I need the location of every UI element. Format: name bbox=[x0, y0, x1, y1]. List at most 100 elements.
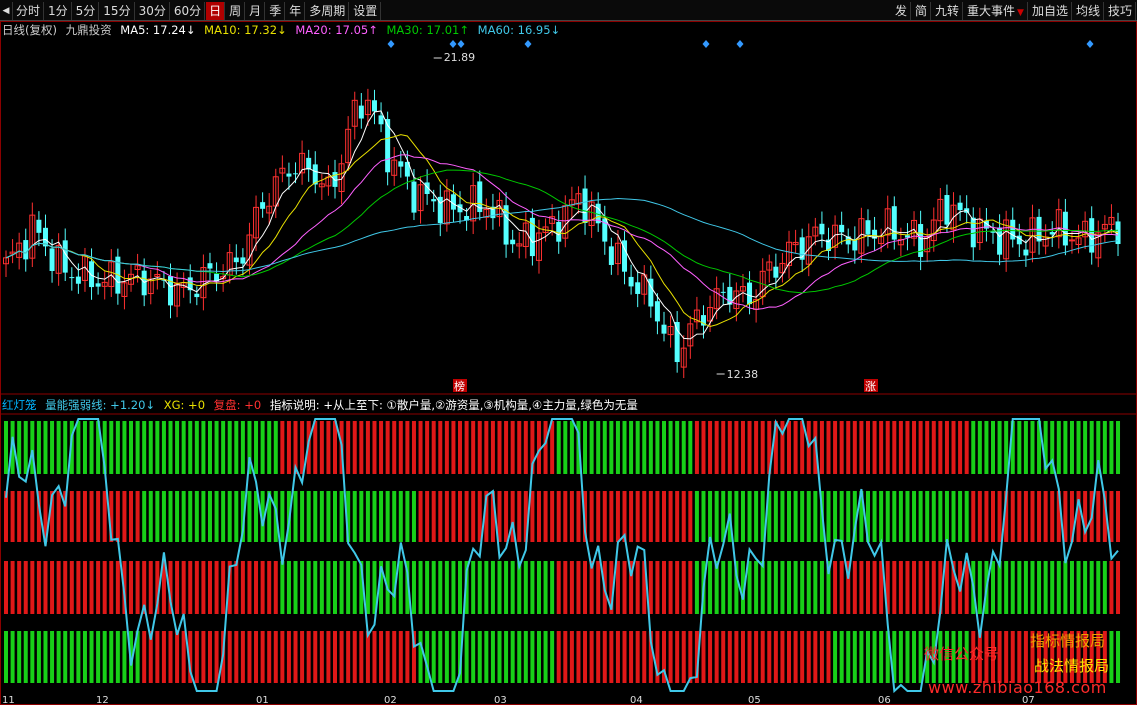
tab-period-2[interactable]: 5分 bbox=[73, 1, 100, 20]
volume-bar bbox=[964, 421, 969, 474]
tool-button-4[interactable]: 加自选 bbox=[1029, 1, 1072, 20]
scroll-left-icon[interactable]: ◀ bbox=[0, 1, 13, 20]
volume-bar bbox=[365, 631, 370, 683]
volume-bar bbox=[740, 631, 745, 683]
volume-bar bbox=[23, 491, 28, 542]
volume-bar bbox=[806, 561, 811, 614]
tab-period-1[interactable]: 1分 bbox=[45, 1, 72, 20]
volume-bar bbox=[398, 421, 403, 474]
volume-bar bbox=[50, 561, 55, 614]
volume-bar bbox=[662, 421, 666, 474]
tool-button-3[interactable]: 重大事件 ▼ bbox=[964, 1, 1028, 20]
volume-bar bbox=[313, 421, 318, 474]
volume-bar bbox=[286, 631, 291, 683]
tab-period-9[interactable]: 季 bbox=[266, 1, 286, 20]
candle-body bbox=[293, 173, 299, 175]
tab-period-0[interactable]: 分时 bbox=[13, 1, 45, 20]
tab-period-11[interactable]: 多周期 bbox=[306, 1, 350, 20]
tab-period-5[interactable]: 60分 bbox=[171, 1, 206, 20]
volume-bar bbox=[234, 561, 239, 614]
indicator-name: 红灯笼 bbox=[2, 398, 37, 412]
volume-bar bbox=[425, 421, 430, 474]
x-axis-label: 01 bbox=[256, 695, 269, 705]
volume-bar bbox=[688, 631, 693, 683]
tool-button-0[interactable]: 发 bbox=[892, 1, 911, 20]
volume-bar bbox=[773, 631, 778, 683]
volume-bar bbox=[991, 561, 995, 614]
tab-period-8[interactable]: 月 bbox=[246, 1, 266, 20]
volume-bar bbox=[43, 561, 48, 614]
volume-bar bbox=[398, 491, 403, 542]
volume-bar bbox=[727, 631, 732, 683]
volume-bar bbox=[339, 491, 344, 542]
tab-period-6[interactable]: 日 bbox=[206, 1, 226, 20]
volume-bar bbox=[813, 491, 818, 542]
volume-bar bbox=[214, 561, 219, 614]
volume-bar bbox=[1030, 491, 1035, 542]
volume-bar bbox=[372, 631, 377, 683]
volume-bar bbox=[865, 631, 870, 683]
volume-bar bbox=[201, 631, 206, 683]
period-toolbar: ◀ 分时 1分 5分 15分 30分 60分日周月季年多周期 设置 发简九转 重大事件 ▼ 加自选… bbox=[0, 0, 1137, 21]
tab-period-10[interactable]: 年 bbox=[286, 1, 306, 20]
volume-bar bbox=[609, 631, 614, 683]
volume-bar bbox=[569, 561, 574, 614]
volume-bar bbox=[148, 491, 153, 542]
volume-bar bbox=[109, 561, 114, 614]
volume-bar bbox=[1063, 491, 1068, 542]
tool-button-6[interactable]: 技巧 bbox=[1105, 1, 1136, 20]
volume-bar bbox=[912, 561, 917, 614]
volume-bar bbox=[563, 631, 568, 683]
volume-bar bbox=[1017, 421, 1022, 474]
volume-bar bbox=[1017, 491, 1022, 542]
event-marker-bang-text: 榜 bbox=[454, 379, 465, 393]
volume-bar bbox=[1010, 631, 1015, 683]
indicator-line-value: 量能强弱线: +1.20↓ bbox=[45, 398, 156, 412]
volume-bar bbox=[813, 631, 818, 683]
volume-bar bbox=[227, 421, 232, 474]
volume-bar bbox=[425, 561, 430, 614]
volume-bar bbox=[214, 631, 219, 683]
tab-period-7[interactable]: 周 bbox=[226, 1, 246, 20]
volume-bar bbox=[352, 491, 357, 542]
tool-button-5[interactable]: 均线 bbox=[1073, 1, 1104, 20]
volume-bar bbox=[898, 421, 903, 474]
volume-bar bbox=[846, 631, 851, 683]
volume-bar bbox=[17, 491, 22, 542]
volume-bar bbox=[392, 421, 397, 474]
candle-body bbox=[306, 157, 312, 170]
volume-bar bbox=[346, 421, 351, 474]
volume-bar bbox=[806, 491, 811, 542]
volume-bar bbox=[536, 491, 541, 542]
volume-bar bbox=[938, 421, 943, 474]
volume-bar bbox=[346, 631, 351, 683]
volume-bar bbox=[464, 421, 469, 474]
volume-bar bbox=[352, 421, 357, 474]
volume-bar bbox=[602, 421, 607, 474]
volume-bar bbox=[392, 491, 397, 542]
volume-bar bbox=[379, 421, 384, 474]
volume-bar bbox=[833, 561, 838, 614]
tab-period-4[interactable]: 30分 bbox=[136, 1, 170, 20]
volume-bar bbox=[852, 631, 857, 683]
volume-bar bbox=[892, 561, 897, 614]
volume-bar bbox=[122, 631, 127, 683]
chart-area[interactable]: 21.8912.38榜 涨11 12 01 02 03 04 05 06 07 bbox=[0, 21, 1137, 705]
volume-bar bbox=[977, 491, 982, 542]
volume-bar bbox=[1017, 631, 1022, 683]
tab-period-12[interactable]: 设置 bbox=[350, 1, 382, 20]
tab-period-3[interactable]: 15分 bbox=[100, 1, 135, 20]
volume-bar bbox=[201, 491, 206, 542]
volume-bar bbox=[609, 421, 614, 474]
candle-body bbox=[865, 220, 871, 235]
volume-bar bbox=[944, 421, 949, 474]
volume-bar bbox=[267, 421, 272, 474]
volume-bar bbox=[444, 491, 449, 542]
volume-bar bbox=[458, 421, 463, 474]
volume-bar bbox=[912, 491, 917, 542]
tool-button-1[interactable]: 简 bbox=[912, 1, 931, 20]
tool-button-2[interactable]: 九转 bbox=[932, 1, 964, 20]
volume-bar bbox=[82, 561, 87, 614]
x-axis-label: 03 bbox=[494, 695, 507, 705]
dropdown-icon: ▼ bbox=[1017, 7, 1024, 18]
